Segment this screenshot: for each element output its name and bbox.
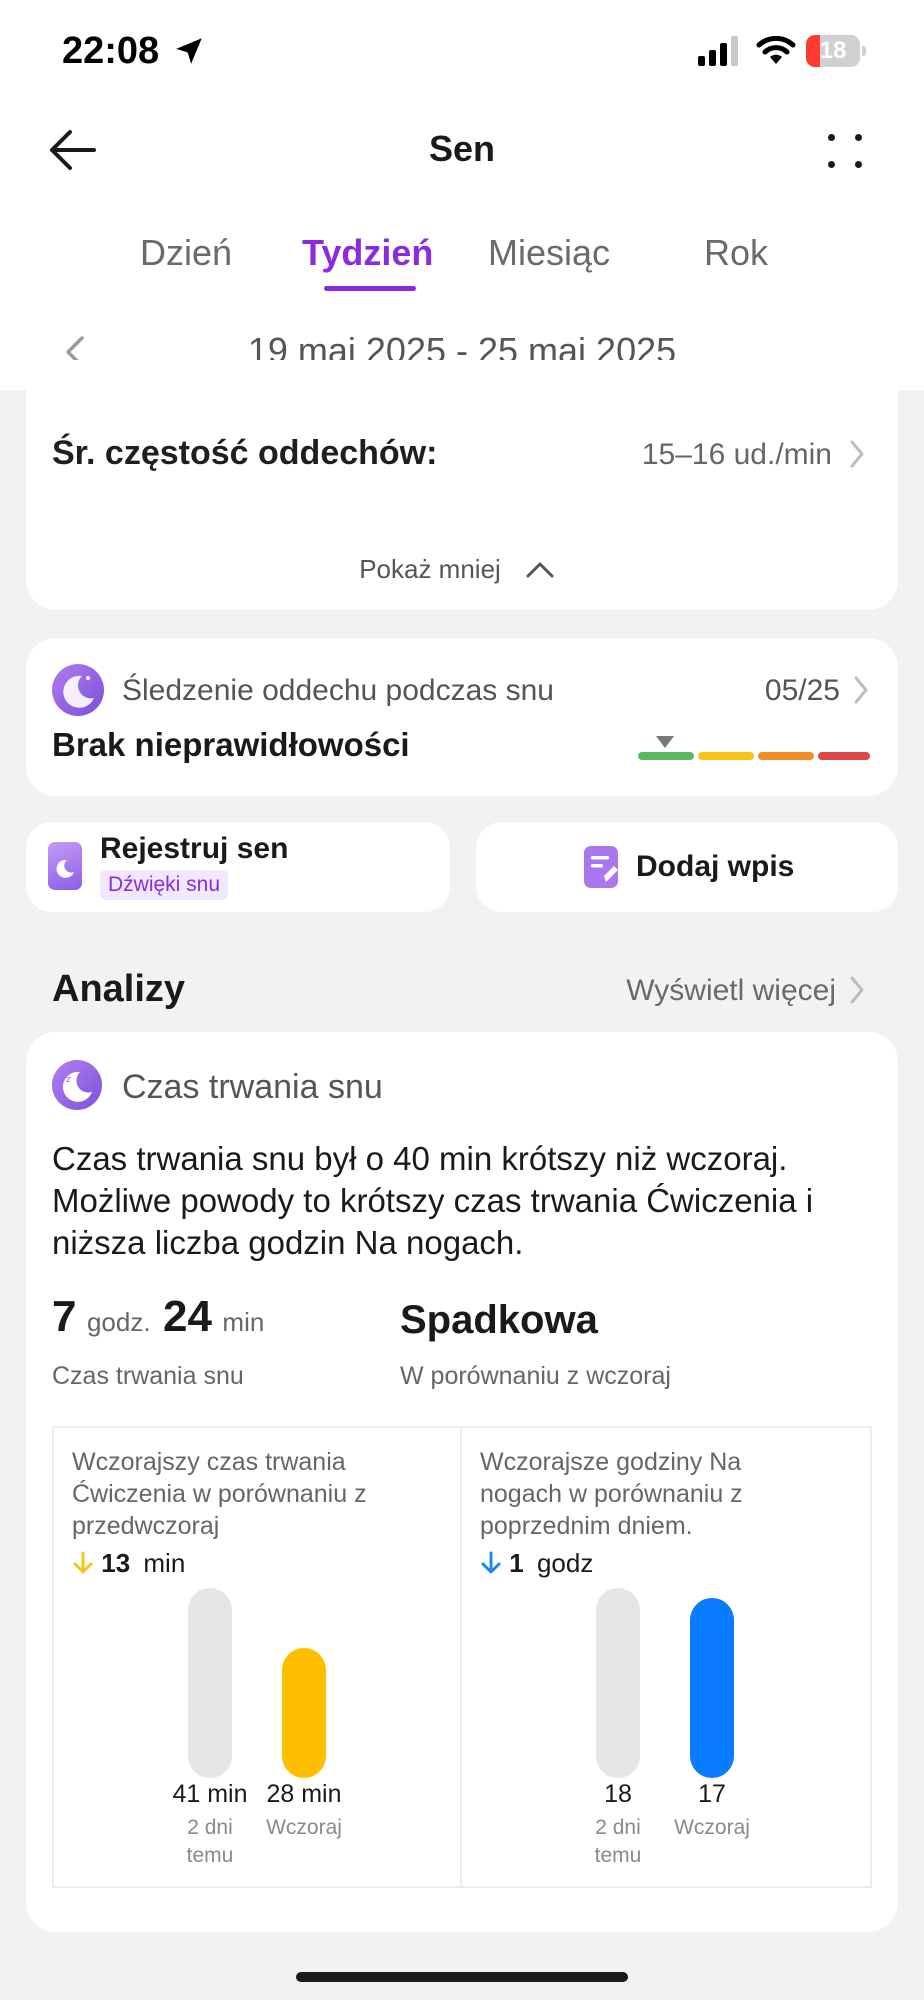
standing-delta-value: 1: [509, 1548, 524, 1578]
analysis-description: Czas trwania snu był o 40 min krótszy ni…: [52, 1140, 814, 1261]
tab-month[interactable]: Miesiąc: [488, 232, 610, 274]
exercise-delta-unit: min: [143, 1548, 186, 1578]
standing-bar-previous: [596, 1588, 640, 1778]
sleep-recorder-icon: [48, 842, 82, 890]
exercise-comparison-text: Wczorajszy czas trwania Ćwiczenia w poró…: [72, 1448, 367, 1540]
sleep-breathing-icon: [52, 664, 104, 716]
tab-year[interactable]: Rok: [704, 232, 768, 274]
moon-zz-icon: z: [62, 1071, 92, 1102]
status-time: 22:08: [62, 30, 160, 72]
breath-tracking-card[interactable]: [26, 638, 898, 796]
arrow-down-icon: [481, 1551, 501, 1574]
more-options-button[interactable]: [822, 128, 868, 174]
trend-label: W porównaniu z wczoraj: [400, 1362, 671, 1390]
cellular-signal-icon: [698, 36, 738, 66]
page-title: Sen: [428, 128, 496, 169]
standing-delta: 1 godz: [480, 1548, 593, 1579]
active-tab-indicator: [324, 286, 416, 291]
tab-week[interactable]: Tydzień: [302, 232, 433, 274]
scale-segment-severe: [818, 752, 870, 760]
tab-day[interactable]: Dzień: [140, 232, 232, 274]
exercise-delta: 13 min: [72, 1548, 185, 1579]
svg-text:z: z: [66, 1075, 71, 1085]
scale-segment-normal: [638, 752, 694, 760]
battery-indicator: 18: [806, 35, 866, 67]
chevron-right-icon[interactable]: [848, 974, 866, 1006]
home-indicator: [296, 1972, 628, 1982]
exercise-bar-yesterday: [282, 1648, 326, 1778]
duration-label: Czas trwania snu: [52, 1362, 244, 1390]
chevron-right-icon[interactable]: [852, 674, 870, 706]
sleep-duration-value: 7 godz. 24 min: [52, 1292, 264, 1342]
duration-minutes: 24: [163, 1292, 212, 1341]
trend-value: Spadkowa: [400, 1298, 598, 1342]
arrow-down-icon: [73, 1551, 93, 1574]
standing-bar-yesterday-value: 17: [698, 1780, 726, 1808]
battery-level: 18: [819, 37, 847, 64]
note-edit-icon: [584, 846, 618, 888]
exercise-bar-previous: [188, 1588, 232, 1778]
scale-marker: [656, 736, 674, 748]
view-more-link[interactable]: Wyświetl więcej: [560, 974, 836, 1008]
register-sleep-label: Rejestruj sen: [100, 832, 289, 865]
location-arrow-icon: [176, 38, 202, 64]
duration-hours-unit: godz.: [86, 1307, 151, 1337]
exercise-delta-value: 13: [101, 1548, 131, 1578]
exercise-bar-yesterday-label: Wczoraj: [266, 1816, 342, 1839]
standing-delta-unit: godz: [536, 1548, 594, 1578]
breath-tracking-title: Śledzenie oddechu podczas snu: [122, 674, 554, 707]
panel-divider: [460, 1426, 462, 1888]
standing-comparison-text: Wczorajsze godziny Na nogach w porównani…: [480, 1448, 743, 1540]
standing-bar-yesterday-label: Wczoraj: [674, 1816, 750, 1839]
exercise-bar-yesterday-value: 28 min: [266, 1780, 342, 1808]
respiration-label: Śr. częstość oddechów:: [52, 434, 438, 472]
analyses-title: Analizy: [52, 968, 186, 1010]
duration-minutes-unit: min: [222, 1307, 265, 1337]
standing-bar-yesterday: [690, 1598, 734, 1778]
scale-segment-moderate: [758, 752, 814, 760]
add-entry-label: Dodaj wpis: [636, 850, 795, 883]
breath-tracking-status: Brak nieprawidłowości: [52, 726, 410, 763]
duration-hours: 7: [52, 1292, 77, 1341]
show-less-button[interactable]: Pokaż mniej: [300, 554, 560, 585]
moon-icon: [56, 859, 74, 878]
chevron-right-icon[interactable]: [848, 438, 866, 470]
sleep-sounds-badge: Dźwięki snu: [100, 870, 229, 900]
respiration-value[interactable]: 15–16 ud./min: [560, 438, 832, 472]
chevron-up-icon[interactable]: [524, 558, 556, 580]
moon-face-icon: [63, 675, 94, 708]
back-button[interactable]: [44, 122, 100, 178]
analysis-card-title: Czas trwania snu: [122, 1068, 383, 1106]
sleep-duration-icon: z: [52, 1060, 102, 1110]
wifi-icon: [756, 35, 796, 64]
scale-segment-mild: [698, 752, 754, 760]
breath-tracking-date: 05/25: [764, 674, 840, 707]
